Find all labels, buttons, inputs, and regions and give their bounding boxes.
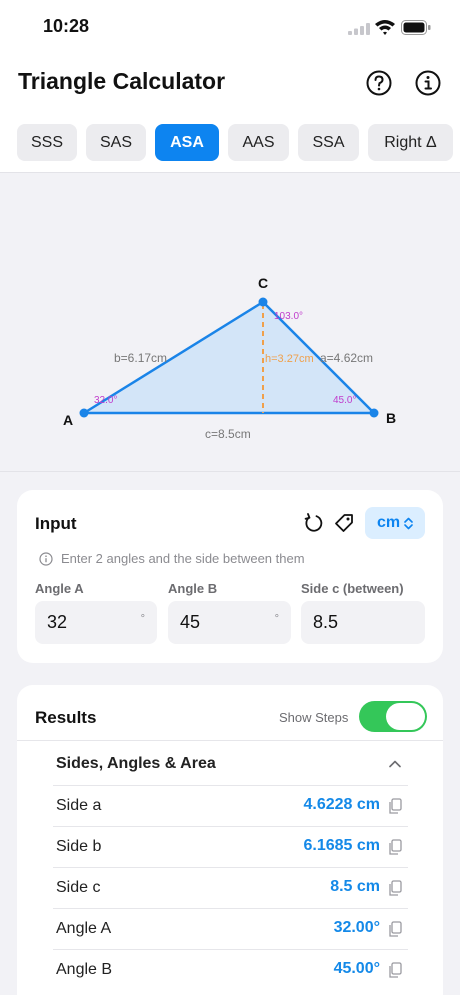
result-label: Angle A bbox=[56, 920, 112, 937]
result-value: 32.00° bbox=[333, 919, 380, 936]
toggle-knob bbox=[386, 703, 425, 730]
result-row-angle-a: Angle A 32.00° bbox=[53, 908, 408, 949]
result-row-angle-b: Angle B 45.00° bbox=[53, 949, 408, 990]
triangle-diagram: A B C b=6.17cm a=4.62cm c=8.5cm h=3.27cm… bbox=[0, 172, 460, 472]
info-circle-icon[interactable] bbox=[415, 70, 441, 96]
tab-right-triangle[interactable]: Right Δ bbox=[368, 124, 453, 161]
tab-sss[interactable]: SSS bbox=[17, 124, 77, 161]
result-value: 6.1685 cm bbox=[303, 837, 380, 854]
vertex-a-label: A bbox=[63, 412, 73, 428]
angle-b-field-label: Angle B bbox=[168, 581, 218, 596]
angle-a-suffix: ° bbox=[140, 613, 145, 625]
side-c-input[interactable]: 8.5 bbox=[301, 601, 425, 644]
unit-selector[interactable]: cm bbox=[365, 507, 425, 539]
chevron-up-down-icon bbox=[404, 517, 413, 529]
copy-icon[interactable] bbox=[388, 798, 402, 815]
vertex-b-point bbox=[369, 408, 379, 418]
copy-icon[interactable] bbox=[388, 839, 402, 856]
angle-a-input[interactable]: 32 ° bbox=[35, 601, 157, 644]
tab-ssa[interactable]: SSA bbox=[298, 124, 359, 161]
result-label: Side a bbox=[56, 797, 102, 814]
result-label: Side b bbox=[56, 838, 102, 855]
vertex-c-label: C bbox=[258, 275, 268, 291]
angle-b-label: 45.0° bbox=[333, 395, 356, 406]
result-label: Angle B bbox=[56, 961, 113, 978]
result-value: 8.5 cm bbox=[330, 878, 380, 895]
show-steps-label: Show Steps bbox=[279, 710, 349, 725]
side-c-value: 8.5 bbox=[313, 612, 339, 632]
result-row-side-a: Side a 4.6228 cm bbox=[53, 785, 408, 826]
triangle-svg: A B C b=6.17cm a=4.62cm c=8.5cm h=3.27cm… bbox=[63, 275, 396, 441]
unit-label: cm bbox=[376, 514, 401, 531]
angle-a-field-label: Angle A bbox=[35, 581, 84, 596]
section-title[interactable]: Sides, Angles & Area bbox=[56, 755, 216, 773]
angle-c-label: 103.0° bbox=[274, 311, 303, 322]
input-title: Input bbox=[35, 514, 77, 533]
status-time: 10:28 bbox=[43, 16, 90, 36]
status-bar: 10:28 bbox=[0, 14, 460, 40]
results-card: Results Show Steps Sides, Angles & Area … bbox=[17, 685, 443, 995]
side-a-label: a=4.62cm bbox=[320, 351, 373, 365]
results-title: Results bbox=[35, 708, 97, 727]
vertex-a-point bbox=[79, 408, 89, 418]
height-label: h=3.27cm bbox=[265, 353, 314, 365]
side-c-field-label: Side c (between) bbox=[301, 581, 404, 596]
show-steps-toggle[interactable] bbox=[359, 701, 427, 732]
side-b-label: b=6.17cm bbox=[114, 351, 167, 365]
header-area: 10:28 Triangle Calculator SSS SAS ASA AA… bbox=[0, 0, 460, 172]
info-small-icon bbox=[39, 551, 53, 566]
copy-icon[interactable] bbox=[388, 962, 402, 979]
copy-icon[interactable] bbox=[388, 921, 402, 938]
result-label: Side c bbox=[56, 879, 101, 896]
page-title: Triangle Calculator bbox=[18, 68, 226, 94]
angle-a-value: 32 bbox=[47, 612, 68, 632]
input-card: Input cm Enter 2 angles and the side bet… bbox=[17, 490, 443, 663]
angle-a-label: 32.0° bbox=[94, 395, 117, 406]
battery-icon bbox=[401, 20, 431, 35]
question-circle-icon[interactable] bbox=[366, 70, 392, 96]
tag-icon[interactable] bbox=[333, 512, 355, 534]
tab-asa[interactable]: ASA bbox=[155, 124, 219, 161]
cellular-signal-icon bbox=[348, 23, 370, 35]
angle-b-value: 45 bbox=[180, 612, 201, 632]
mode-tabs: SSS SAS ASA AAS SSA Right Δ bbox=[17, 124, 453, 161]
tab-sas[interactable]: SAS bbox=[86, 124, 146, 161]
angle-b-input[interactable]: 45 ° bbox=[168, 601, 291, 644]
side-c-label: c=8.5cm bbox=[205, 427, 251, 441]
result-row-side-b: Side b 6.1685 cm bbox=[53, 826, 408, 867]
wifi-icon bbox=[375, 20, 395, 35]
result-value: 4.6228 cm bbox=[303, 796, 380, 813]
angle-b-suffix: ° bbox=[274, 613, 279, 625]
input-hint: Enter 2 angles and the side between them bbox=[39, 551, 305, 566]
vertex-c-point bbox=[258, 297, 268, 307]
result-row-side-c: Side c 8.5 cm bbox=[53, 867, 408, 908]
hint-text: Enter 2 angles and the side between them bbox=[61, 551, 305, 566]
chevron-up-icon[interactable] bbox=[388, 757, 402, 771]
copy-icon[interactable] bbox=[388, 880, 402, 897]
reset-icon[interactable] bbox=[303, 513, 323, 533]
vertex-b-label: B bbox=[386, 410, 396, 426]
tab-aas[interactable]: AAS bbox=[228, 124, 289, 161]
results-divider bbox=[17, 740, 443, 741]
result-value: 45.00° bbox=[333, 960, 380, 977]
